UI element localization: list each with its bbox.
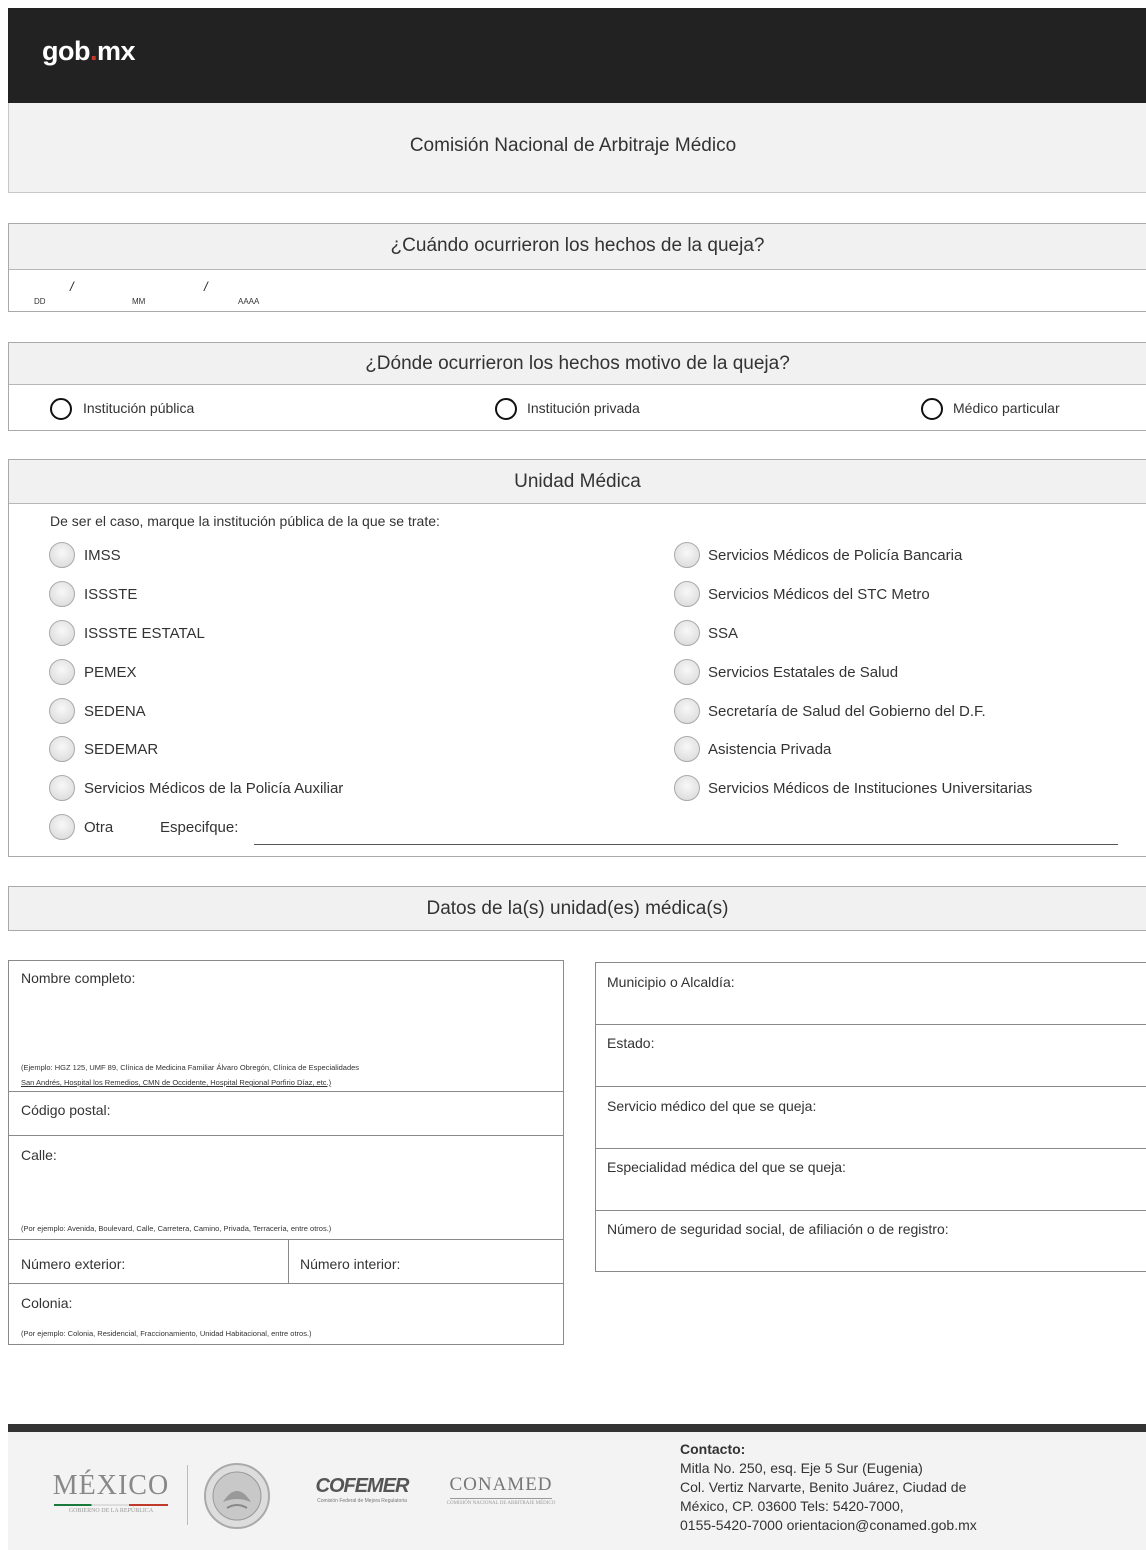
secretaria-salud-df-label: Secretaría de Salud del Gobierno del D.F… — [708, 703, 986, 720]
servicio-medico-field[interactable] — [595, 1086, 1146, 1149]
estado-field[interactable] — [595, 1024, 1146, 1087]
where-title: ¿Dónde ocurrieron los hechos motivo de l… — [9, 343, 1146, 385]
especialidad-medica-label: Especialidad médica del que se queja: — [607, 1159, 846, 1175]
stc-metro-label: Servicios Médicos del STC Metro — [708, 586, 930, 603]
radio-sedemar[interactable] — [49, 736, 75, 762]
pemex-label: PEMEX — [84, 664, 137, 681]
numero-seguridad-social-field[interactable] — [595, 1210, 1146, 1272]
mexico-logo-text: MÉXICO — [52, 1470, 170, 1501]
calle-note: (Por ejemplo: Avenida, Boulevard, Calle,… — [21, 1224, 332, 1233]
conamed-logo-rule — [450, 1498, 552, 1499]
logo-suffix: mx — [97, 36, 136, 66]
when-title: ¿Cuándo ocurrieron los hechos de la quej… — [9, 224, 1146, 270]
especialidad-medica-field[interactable] — [595, 1148, 1146, 1211]
otra-label: Otra — [84, 819, 114, 836]
nombre-completo-label: Nombre completo: — [21, 970, 136, 986]
option-institucion-privada-label: Institución privada — [527, 400, 640, 416]
issste-estatal-label: ISSSTE ESTATAL — [84, 625, 205, 642]
servicios-estatales-label: Servicios Estatales de Salud — [708, 664, 899, 681]
contact-address-line-1: Mitla No. 250, esq. Eje 5 Sur (Eugenia) — [680, 1460, 923, 1476]
radio-ssa[interactable] — [674, 620, 700, 646]
servicio-medico-label: Servicio médico del que se queja: — [607, 1098, 817, 1114]
mexico-logo-rule — [54, 1504, 168, 1506]
radio-institucion-publica[interactable] — [50, 398, 72, 420]
agency-title: Comisión Nacional de Arbitraje Médico — [409, 135, 737, 156]
where-section: ¿Dónde ocurrieron los hechos motivo de l… — [8, 342, 1146, 431]
radio-policia-auxiliar[interactable] — [49, 775, 75, 801]
radio-secretaria-salud-df[interactable] — [674, 698, 700, 724]
sedemar-label: SEDEMAR — [84, 741, 159, 758]
datos-title: Datos de la(s) unidad(es) médica(s) — [8, 886, 1146, 931]
policia-auxiliar-label: Servicios Médicos de la Policía Auxiliar — [84, 780, 344, 797]
contact-address-line-3: México, CP. 03600 Tels: 5420-7000, — [680, 1498, 904, 1514]
specify-input[interactable] — [254, 820, 1118, 845]
specify-label: Especifque: — [160, 819, 239, 836]
radio-pemex[interactable] — [49, 659, 75, 685]
footer-bar — [8, 1424, 1146, 1432]
radio-issste[interactable] — [49, 581, 75, 607]
contact-phone-email[interactable]: 0155-5420-7000 orientacion@conamed.gob.m… — [680, 1516, 977, 1535]
imss-label: IMSS — [84, 547, 121, 564]
asistencia-privada-label: Asistencia Privada — [708, 741, 832, 758]
numero-interior-label: Número interior: — [300, 1256, 401, 1272]
radio-issste-estatal[interactable] — [49, 620, 75, 646]
option-medico-particular-label: Médico particular — [953, 400, 1060, 416]
option-institucion-publica-label: Institución pública — [83, 400, 195, 416]
gobmx-logo[interactable]: gob.mx — [42, 36, 136, 67]
contact-block: Contacto: Mitla No. 250, esq. Eje 5 Sur … — [680, 1440, 977, 1535]
conamed-logo-sub: COMISIÓN NACIONAL DE ARBITRAJE MÉDICO — [446, 1501, 556, 1506]
date-input-area[interactable] — [30, 275, 290, 307]
ssa-label: SSA — [708, 625, 739, 642]
radio-otra[interactable] — [49, 814, 75, 840]
conamed-logo[interactable]: CONAMED COMISIÓN NACIONAL DE ARBITRAJE M… — [446, 1474, 556, 1506]
contact-title: Contacto: — [680, 1441, 746, 1457]
colonia-label: Colonia: — [21, 1295, 73, 1311]
logo-text: gob — [42, 36, 90, 66]
colonia-note: (Por ejemplo: Colonia, Residencial, Frac… — [21, 1329, 312, 1338]
nombre-note-1: (Ejemplo: HGZ 125, UMF 89, Clínica de Me… — [21, 1063, 360, 1072]
cofemer-logo-text: COFEMER — [315, 1475, 410, 1497]
conamed-logo-text: CONAMED — [449, 1474, 553, 1495]
issste-label: ISSSTE — [84, 586, 138, 603]
mexico-logo-sub: GOBIERNO DE LA REPÚBLICA — [68, 1508, 154, 1514]
contact-address-line-2: Col. Vertiz Narvarte, Benito Juárez, Ciu… — [680, 1479, 967, 1495]
instituciones-universitarias-label: Servicios Médicos de Instituciones Unive… — [708, 780, 1033, 797]
numero-seguridad-social-label: Número de seguridad social, de afiliació… — [607, 1221, 949, 1237]
estado-label: Estado: — [607, 1035, 655, 1051]
radio-stc-metro[interactable] — [674, 581, 700, 607]
unidad-instruction: De ser el caso, marque la institución pú… — [50, 513, 440, 529]
divider-line — [187, 1465, 188, 1525]
cofemer-logo[interactable]: COFEMER Comisión Federal de Mejora Regul… — [312, 1475, 412, 1504]
nombre-note-2: San Andrés, Hospital los Remedios, CMN d… — [21, 1078, 332, 1087]
radio-policia-bancaria[interactable] — [674, 542, 700, 568]
logo-dot: . — [89, 36, 98, 66]
coat-of-arms-seal — [203, 1462, 271, 1530]
radio-medico-particular[interactable] — [921, 398, 943, 420]
sedena-label: SEDENA — [84, 703, 146, 720]
unidad-medica-title: Unidad Médica — [9, 460, 1146, 504]
radio-asistencia-privada[interactable] — [674, 736, 700, 762]
municipio-label: Municipio o Alcaldía: — [607, 974, 735, 990]
mexico-logo[interactable]: MÉXICO GOBIERNO DE LA REPÚBLICA — [46, 1470, 176, 1514]
cofemer-logo-sub: Comisión Federal de Mejora Regulatoria — [317, 1498, 407, 1504]
policia-bancaria-label: Servicios Médicos de Policía Bancaria — [708, 547, 963, 564]
radio-instituciones-universitarias[interactable] — [674, 775, 700, 801]
codigo-postal-label: Código postal: — [21, 1102, 111, 1118]
radio-institucion-privada[interactable] — [495, 398, 517, 420]
top-bar — [8, 8, 1146, 103]
radio-sedena[interactable] — [49, 698, 75, 724]
calle-label: Calle: — [21, 1147, 57, 1163]
radio-servicios-estatales[interactable] — [674, 659, 700, 685]
numero-exterior-label: Número exterior: — [21, 1256, 126, 1272]
radio-imss[interactable] — [49, 542, 75, 568]
municipio-field[interactable] — [595, 962, 1146, 1025]
